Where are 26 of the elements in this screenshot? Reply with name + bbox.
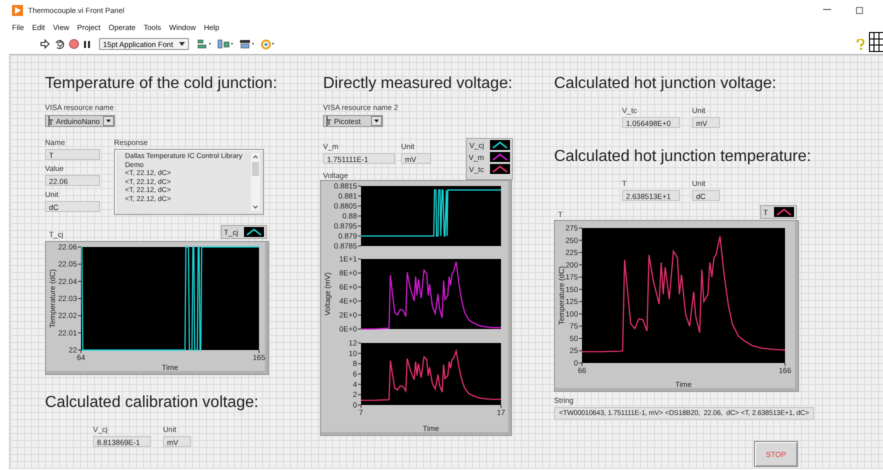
line-swatch-icon bbox=[490, 164, 510, 174]
resource-icon bbox=[48, 116, 54, 126]
section-heading: Directly measured voltage: bbox=[323, 74, 512, 94]
reorder-icon[interactable] bbox=[261, 38, 277, 50]
maximize-icon[interactable] bbox=[856, 6, 863, 14]
section-heading: Calculated hot junction voltage: bbox=[554, 74, 776, 94]
line-swatch-icon bbox=[490, 152, 510, 162]
line-swatch-icon bbox=[244, 227, 264, 237]
scrollbar[interactable] bbox=[251, 153, 260, 211]
line-swatch-icon bbox=[490, 140, 510, 150]
minimize-icon[interactable] bbox=[823, 9, 831, 11]
abort-icon[interactable] bbox=[69, 39, 79, 49]
line-swatch-icon bbox=[774, 207, 794, 217]
resource-icon bbox=[326, 116, 332, 126]
section-heading: Temperature of the cold junction: bbox=[45, 74, 278, 94]
distribute-icon[interactable] bbox=[217, 39, 235, 49]
resize-icon[interactable] bbox=[239, 39, 257, 49]
caret-icon bbox=[179, 42, 185, 46]
section-heading: Calculated calibration voltage: bbox=[45, 393, 258, 413]
run-arrow-icon[interactable] bbox=[40, 39, 50, 49]
run-continuously-icon[interactable] bbox=[54, 38, 65, 50]
section-heading: Calculated hot junction temperature: bbox=[554, 147, 812, 167]
pause-icon[interactable] bbox=[83, 40, 91, 48]
vi-icon[interactable] bbox=[869, 32, 883, 52]
align-icon[interactable] bbox=[197, 39, 213, 49]
app-icon bbox=[12, 4, 23, 16]
